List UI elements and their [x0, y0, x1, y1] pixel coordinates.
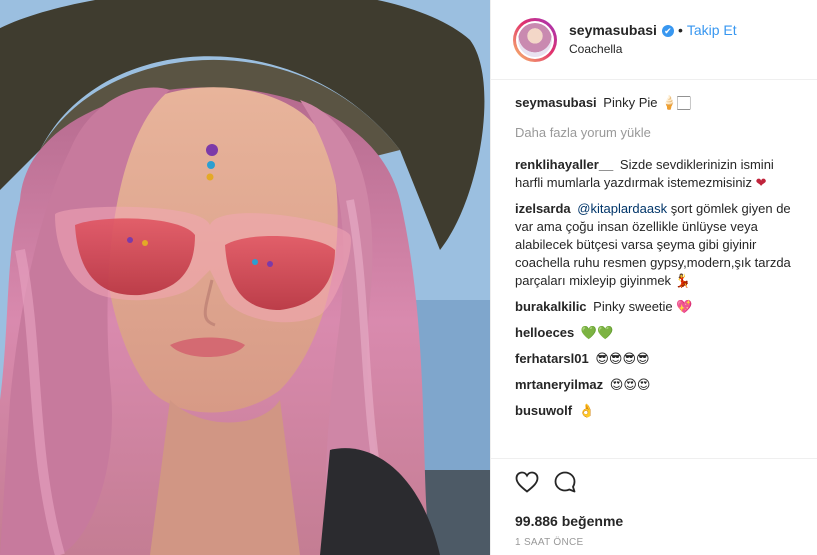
- comment-item: renklihayaller__ Sizde sevdiklerinizin i…: [515, 156, 805, 192]
- follow-button[interactable]: Takip Et: [687, 22, 737, 40]
- comment-item: busuwolf 👌: [515, 402, 805, 420]
- comment-username[interactable]: renklihayaller__: [515, 157, 613, 172]
- load-more-comments[interactable]: Daha fazla yorum yükle: [515, 124, 805, 142]
- portrait-illustration: [0, 0, 490, 555]
- comment-emoji: 😍😍😍: [609, 377, 651, 392]
- post-header: seymasubasi ✔ • Takip Et Coachella: [491, 0, 817, 80]
- comment-item: helloeces 💚💚: [515, 324, 805, 342]
- likes-count[interactable]: 99.886 beğenme: [515, 513, 817, 529]
- comment-icon[interactable]: [553, 470, 577, 499]
- comment-emoji: ❤: [755, 175, 767, 190]
- caption-username[interactable]: seymasubasi: [515, 95, 597, 110]
- heart-icon[interactable]: [515, 471, 539, 498]
- comment-emoji: 💃: [674, 273, 691, 288]
- verified-icon: ✔: [661, 25, 674, 37]
- comment-list: seymasubasi Pinky Pie 🍦🏻 Daha fazla yoru…: [491, 80, 817, 420]
- caption: seymasubasi Pinky Pie 🍦🏻: [515, 94, 805, 112]
- comment-item: izelsarda @kitaplardaask şort gömlek giy…: [515, 200, 805, 290]
- post-actions: 99.886 beğenme 1 SAAT ÖNCE: [491, 458, 817, 548]
- post-timestamp[interactable]: 1 SAAT ÖNCE: [515, 537, 817, 548]
- comment-username[interactable]: ferhatarsl01: [515, 351, 589, 366]
- avatar[interactable]: [513, 17, 557, 62]
- comment-emoji: 👌: [578, 403, 595, 418]
- caption-text: Pinky Pie: [603, 95, 658, 110]
- comment-username[interactable]: busuwolf: [515, 403, 572, 418]
- comment-emoji: 💖: [676, 299, 693, 314]
- separator-dot: •: [677, 22, 683, 39]
- comment-emoji: 😎😎😎😎: [595, 351, 650, 366]
- avatar-image: [518, 22, 552, 57]
- comment-mention[interactable]: @kitaplardaask: [577, 201, 667, 216]
- comment-username[interactable]: izelsarda: [515, 201, 571, 216]
- comment-username[interactable]: mrtaneryilmaz: [515, 377, 603, 392]
- comment-username[interactable]: burakalkilic: [515, 299, 587, 314]
- comment-text: Pinky sweetie: [593, 299, 673, 314]
- comment-item: ferhatarsl01 😎😎😎😎: [515, 350, 805, 368]
- comment-emoji: 💚💚: [580, 325, 614, 340]
- location-link[interactable]: Coachella: [569, 42, 737, 57]
- comment-item: burakalkilic Pinky sweetie 💖: [515, 298, 805, 316]
- caption-emoji: 🍦🏻: [661, 95, 691, 110]
- post-side-panel: seymasubasi ✔ • Takip Et Coachella seyma…: [490, 0, 817, 555]
- instagram-post: seymasubasi ✔ • Takip Et Coachella seyma…: [0, 0, 817, 555]
- header-username[interactable]: seymasubasi: [569, 22, 657, 40]
- post-photo[interactable]: [0, 0, 490, 555]
- comment-item: mrtaneryilmaz 😍😍😍: [515, 376, 805, 394]
- comment-username[interactable]: helloeces: [515, 325, 574, 340]
